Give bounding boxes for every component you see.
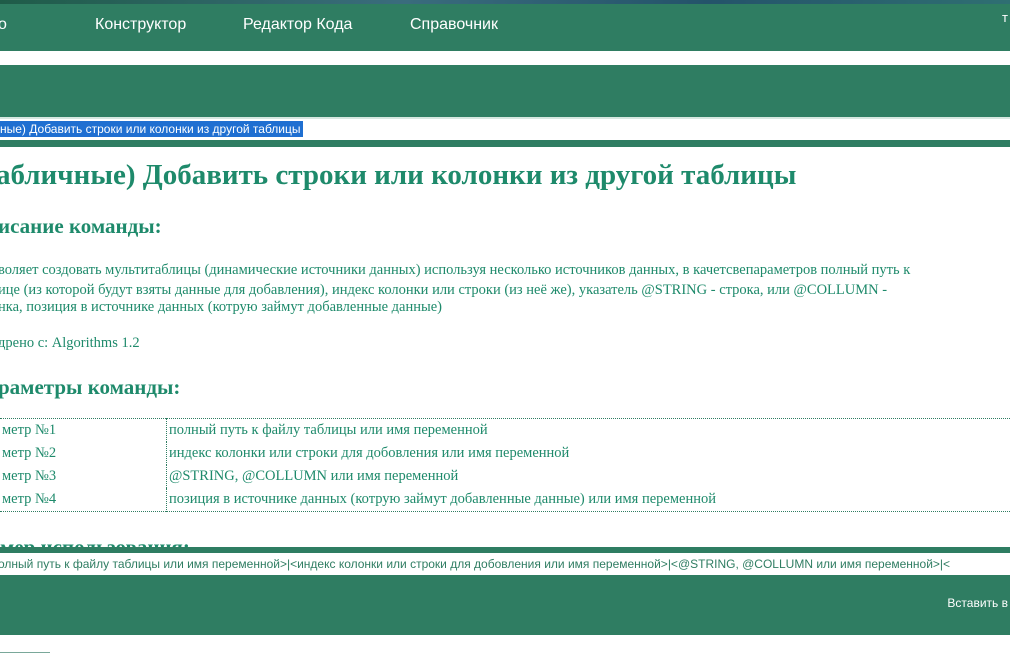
command-search-input[interactable]: ные) Добавить строки или колонки из друг… — [0, 121, 303, 137]
table-row: метр №4 позиция в источнике данных (котр… — [0, 488, 1010, 512]
param-desc: индекс колонки или строки для добовления… — [169, 445, 570, 461]
params-heading: раметры команды: — [0, 375, 181, 399]
param-name: метр №2 — [0, 442, 167, 465]
command-search-row: ные) Добавить строки или колонки из друг… — [0, 117, 1010, 140]
nav-spacer — [0, 51, 1010, 65]
corner-glyph[interactable]: т — [1002, 10, 1008, 25]
footer-divider — [0, 652, 50, 653]
param-desc: позиция в источнике данных (котрую займу… — [169, 491, 716, 507]
command-description-panel[interactable]: абличные) Добавить строки или колонки из… — [0, 147, 1010, 547]
nav-item-reference[interactable]: Справочник — [410, 16, 498, 34]
description-line-1: воляет создовать мультитаблицы (динамиче… — [0, 262, 911, 278]
table-row: метр №3 @STRING, @COLLUMN или имя переме… — [0, 465, 1010, 488]
table-row: метр №2 индекс колонки или строки для до… — [0, 442, 1010, 465]
param-name: метр №4 — [0, 488, 167, 512]
table-row: метр №1 полный путь к файлу таблицы или … — [0, 418, 1010, 442]
command-title: абличные) Добавить строки или колонки из… — [0, 159, 797, 191]
nav-item-code-editor[interactable]: Редактор Кода — [243, 16, 352, 34]
nav-item-home[interactable]: о — [0, 16, 7, 34]
code-template-line[interactable]: олный путь к файлу таблицы или имя перем… — [0, 553, 1010, 576]
params-table: метр №1 полный путь к файлу таблицы или … — [0, 418, 1010, 512]
param-desc: @STRING, @COLLUMN или имя переменной — [169, 468, 459, 484]
nav-item-constructor[interactable]: Конструктор — [95, 16, 186, 34]
code-template-text[interactable]: олный путь к файлу таблицы или имя перем… — [0, 557, 950, 571]
bottom-action-panel: Вставить в — [0, 576, 1010, 635]
top-navigation-bar: о Конструктор Редактор Кода Справочник т — [0, 0, 1010, 51]
version-note: дрено с: Algorithms 1.2 — [0, 335, 140, 351]
param-desc: полный путь к файлу таблицы или имя пере… — [169, 422, 488, 438]
content-separator — [0, 140, 1010, 147]
param-name: метр №1 — [0, 418, 167, 442]
header-banner — [0, 65, 1010, 117]
window-top-strip — [0, 0, 1010, 4]
example-heading: мер использования: — [0, 535, 190, 547]
param-name: метр №3 — [0, 465, 167, 488]
description-line-3: нка, позиция в источнике данных (котрую … — [0, 299, 442, 315]
description-heading: исание команды: — [0, 214, 162, 238]
insert-button[interactable]: Вставить в — [947, 596, 1008, 610]
